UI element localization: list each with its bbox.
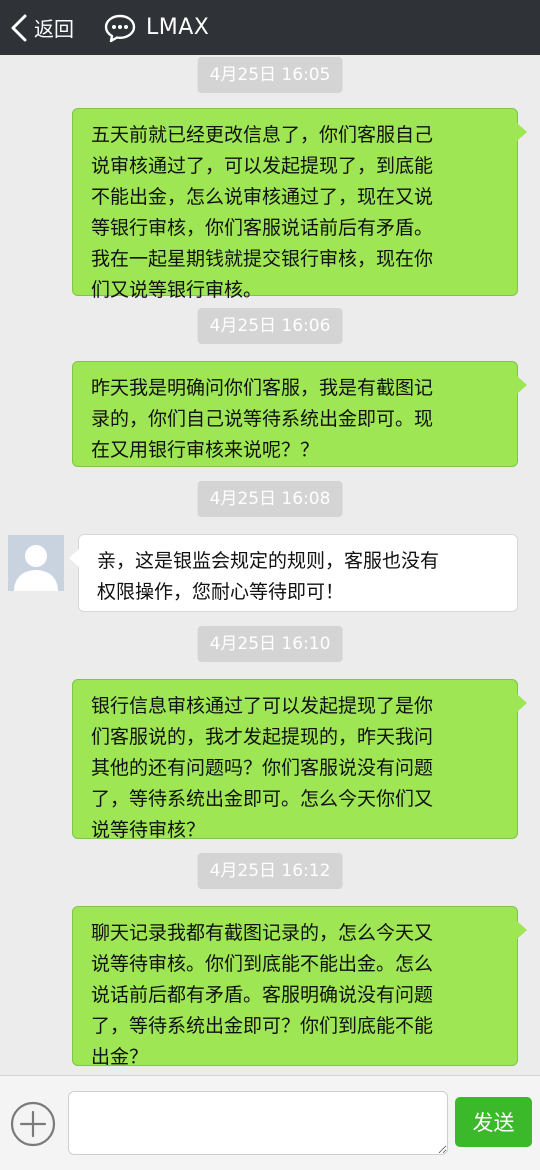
send-button[interactable]: 发送 (455, 1097, 532, 1147)
chat-screen: 返回 LMAX 4月25日 16:05 五天前就已经更改信息了，你们客服自己 说… (0, 0, 540, 1170)
sent-message-bubble[interactable]: 聊天记录我都有截图记录的，怎么今天又 说等待审核。你们到底能不能出金。怎么 说话… (72, 906, 527, 1068)
back-chevron-icon (11, 14, 27, 41)
timestamp: 4月25日 16:10 (197, 626, 343, 662)
person-silhouette-icon (8, 535, 64, 591)
timestamp: 4月25日 16:06 (197, 308, 343, 344)
message-input[interactable] (68, 1091, 448, 1155)
received-message-bubble[interactable]: 亲，这是银监会规定的规则，客服也没有 权限操作，您耐心等待即可！ (69, 534, 518, 612)
timestamp: 4月25日 16:08 (197, 481, 343, 517)
sent-message-bubble[interactable]: 五天前就已经更改信息了，你们客服自己 说审核通过了，可以发起提现了，到底能 不能… (72, 108, 527, 301)
sent-message-bubble[interactable]: 银行信息审核通过了可以发起提现了是你 们客服说的，我才发起提现的，昨天我问 其他… (72, 679, 527, 841)
contact-avatar[interactable] (8, 535, 64, 591)
chat-title: LMAX (146, 15, 210, 40)
chat-bubble-icon (104, 14, 136, 42)
timestamp: 4月25日 16:12 (197, 853, 343, 889)
back-button[interactable]: 返回 (0, 0, 74, 55)
timestamp: 4月25日 16:05 (197, 57, 343, 93)
more-options-button[interactable] (9, 1100, 57, 1148)
plus-circle-icon (10, 1101, 56, 1147)
back-label: 返回 (34, 17, 74, 41)
top-bar: 返回 LMAX (0, 0, 540, 55)
input-bar: 发送 (0, 1075, 540, 1170)
sent-message-bubble[interactable]: 昨天我是明确问你们客服，我是有截图记 录的，你们自己说等待系统出金即可。现 在又… (72, 361, 527, 467)
message-list[interactable]: 4月25日 16:05 五天前就已经更改信息了，你们客服自己 说审核通过了，可以… (0, 55, 540, 1075)
